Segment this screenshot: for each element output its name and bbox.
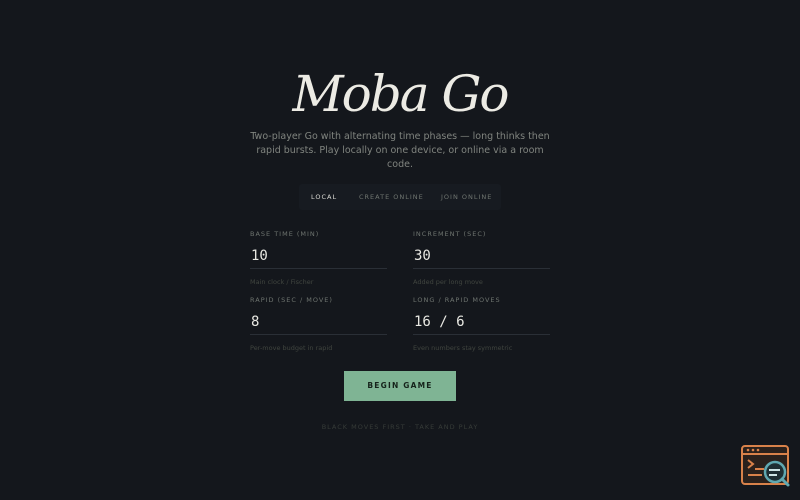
app-subtitle: Two-player Go with alternating time phas… [250,131,550,170]
long-rapid-label: LONG / RAPID MOVES [413,296,501,304]
tab-join-online[interactable]: JOIN ONLINE [441,193,492,201]
long-rapid-hint: Even numbers stay symmetric [413,344,513,352]
rapid-hint: Per-move budget in rapid [250,344,333,352]
base-time-hint: Main clock / Fischer [250,278,314,286]
begin-game-button[interactable]: BEGIN GAME [344,371,456,401]
footer-note: BLACK MOVES FIRST · TAKE AND PLAY [321,423,479,431]
increment-field: INCREMENT (SEC) 30 Added per long move [413,230,550,286]
rapid-input[interactable]: 8 [250,312,387,335]
increment-input[interactable]: 30 [413,246,550,269]
terminal-search-icon[interactable] [740,444,792,488]
increment-label: INCREMENT (SEC) [413,230,487,238]
increment-hint: Added per long move [413,278,483,286]
long-rapid-input[interactable]: 16 / 6 [413,312,550,335]
rapid-field: RAPID (SEC / MOVE) 8 Per-move budget in … [250,296,387,352]
tab-create-online[interactable]: CREATE ONLINE [359,193,424,201]
mode-tabs: LOCAL CREATE ONLINE JOIN ONLINE [299,184,501,210]
rapid-label: RAPID (SEC / MOVE) [250,296,333,304]
base-time-input[interactable]: 10 [250,246,387,269]
tab-local[interactable]: LOCAL [311,193,337,201]
base-time-field: BASE TIME (MIN) 10 Main clock / Fischer [250,230,387,286]
long-rapid-field: LONG / RAPID MOVES 16 / 6 Even numbers s… [413,296,550,352]
app-title: Moba Go [292,65,509,123]
base-time-label: BASE TIME (MIN) [250,230,320,238]
